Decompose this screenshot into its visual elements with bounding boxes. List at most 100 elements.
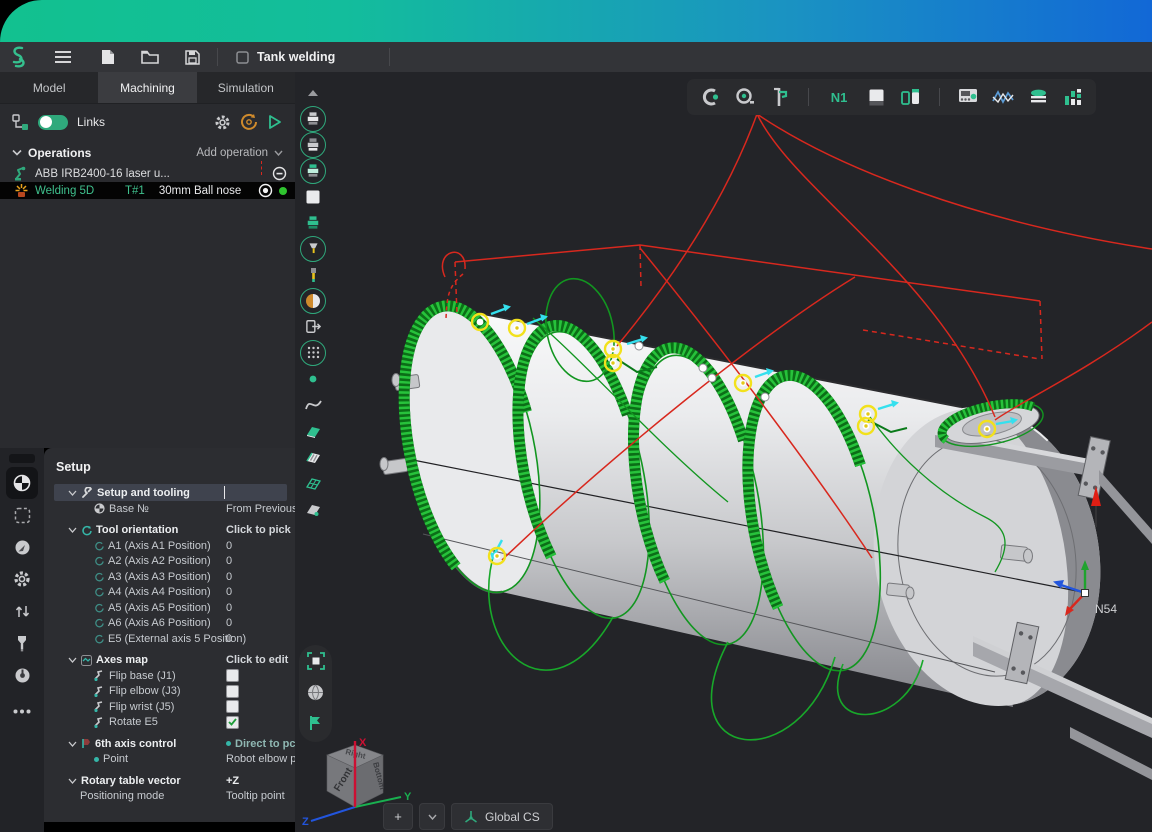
machining-process-button[interactable] bbox=[6, 659, 38, 691]
fixture-view-icon bbox=[306, 138, 320, 151]
flip-base-checkbox[interactable] bbox=[226, 669, 239, 682]
part-view-icon bbox=[306, 164, 320, 177]
flip-wrist-checkbox[interactable] bbox=[226, 700, 239, 713]
snap-magnet-button[interactable] bbox=[699, 86, 721, 108]
add-operation-button[interactable]: Add operation bbox=[196, 147, 268, 159]
fit-view-button[interactable] bbox=[307, 652, 325, 675]
setup-row-a5[interactable]: A5 (Axis A5 Position) 0 bbox=[54, 600, 287, 616]
settings-gear-icon[interactable] bbox=[214, 114, 231, 131]
setup-row-a1[interactable]: A1 (Axis A1 Position) 0 bbox=[54, 538, 287, 554]
document-tab[interactable]: Tank welding bbox=[222, 42, 349, 72]
show-wireframe-surface-button[interactable] bbox=[299, 470, 327, 495]
measure-tape-button[interactable] bbox=[734, 86, 756, 108]
show-surfaces-button[interactable] bbox=[299, 418, 327, 443]
more-tools-button[interactable] bbox=[6, 695, 38, 727]
axis-rotate-icon bbox=[94, 634, 104, 644]
flip-elbow-checkbox[interactable] bbox=[226, 685, 239, 698]
workpiece-selection-button[interactable] bbox=[6, 499, 38, 531]
tab-simulation[interactable]: Simulation bbox=[197, 72, 295, 103]
chevron-down-icon[interactable] bbox=[12, 149, 22, 156]
setup-row-setup-and-tooling[interactable]: Setup and tooling bbox=[54, 484, 287, 501]
approach-return-button[interactable] bbox=[6, 595, 38, 627]
tree-row-robot[interactable]: ABB IRB2400-16 laser u... bbox=[0, 165, 295, 182]
recalculate-icon[interactable] bbox=[240, 113, 258, 131]
isolate-view-button[interactable] bbox=[299, 314, 327, 339]
setup-row-a4[interactable]: A4 (Axis A4 Position) 0 bbox=[54, 585, 287, 601]
axis-y-label: Y bbox=[404, 791, 412, 803]
global-cs-button[interactable]: Global CS bbox=[451, 803, 553, 830]
add-cs-button[interactable]: + bbox=[383, 803, 413, 830]
feeds-speeds-button[interactable] bbox=[6, 531, 38, 563]
setup-row-rotary-vector[interactable]: Rotary table vector +Z bbox=[54, 773, 287, 789]
flip-joint-icon bbox=[94, 701, 105, 712]
add-operation-caret-icon[interactable] bbox=[274, 150, 283, 156]
tree-row-welding[interactable]: Welding 5D T#1 30mm Ball nose bbox=[0, 182, 295, 199]
show-striped-surface-button[interactable] bbox=[299, 444, 327, 469]
run-simulation-icon[interactable] bbox=[267, 114, 283, 130]
new-document-button[interactable] bbox=[92, 42, 124, 72]
show-shaded-surface-button[interactable] bbox=[299, 496, 327, 521]
option-bullet bbox=[226, 741, 231, 746]
setup-row-flip-elbow[interactable]: Flip elbow (J3) bbox=[54, 684, 287, 700]
setup-datum-button[interactable] bbox=[6, 467, 38, 499]
setup-row-flip-wrist[interactable]: Flip wrist (J5) bbox=[54, 699, 287, 715]
fixtures-pair-button[interactable] bbox=[900, 86, 922, 108]
links-graph-icon[interactable] bbox=[12, 114, 29, 131]
rotate-e5-checkbox[interactable] bbox=[226, 716, 239, 729]
show-axes-button[interactable] bbox=[299, 288, 327, 313]
layers-stack-button[interactable] bbox=[1027, 86, 1049, 108]
active-operation-icon[interactable] bbox=[258, 183, 273, 198]
caliper-button[interactable] bbox=[769, 86, 791, 108]
setup-row-a2[interactable]: A2 (Axis A2 Position) 0 bbox=[54, 554, 287, 570]
show-fixture-button[interactable] bbox=[299, 132, 327, 157]
setup-row-axes-map[interactable]: Axes map Click to edit bbox=[54, 653, 287, 669]
show-holder-button[interactable] bbox=[299, 262, 327, 287]
show-curves-button[interactable] bbox=[299, 392, 327, 417]
setup-row-base[interactable]: Base № From Previous bbox=[54, 501, 287, 517]
parameters-button[interactable] bbox=[6, 563, 38, 595]
setup-row-e5[interactable]: E5 (External axis 5 Position) 0 bbox=[54, 631, 287, 647]
setup-row-rotate-e5[interactable]: Rotate E5 bbox=[54, 715, 287, 731]
flag-icon bbox=[309, 715, 322, 731]
viewport-3d[interactable]: N54 bbox=[295, 72, 1152, 832]
tab-model[interactable]: Model bbox=[0, 72, 98, 103]
statistics-bars-button[interactable] bbox=[1062, 86, 1084, 108]
toolbar-separator bbox=[808, 88, 809, 106]
show-tool-button[interactable] bbox=[299, 236, 327, 261]
setup-row-a3[interactable]: A3 (Axis A3 Position) 0 bbox=[54, 569, 287, 585]
show-machine-button[interactable] bbox=[299, 106, 327, 131]
blank-sheet-button[interactable] bbox=[865, 86, 887, 108]
setup-row-point[interactable]: Point Robot elbow p bbox=[54, 752, 287, 768]
signal-trace-button[interactable] bbox=[992, 86, 1014, 108]
save-button[interactable] bbox=[176, 42, 209, 72]
viewport-3d-scene[interactable]: N54 bbox=[295, 72, 1152, 832]
gcode-n1-label: N1 bbox=[831, 90, 848, 105]
suppress-icon[interactable] bbox=[272, 166, 287, 181]
strip-handle[interactable] bbox=[9, 454, 35, 463]
links-toggle[interactable] bbox=[38, 115, 68, 130]
shading-mode-button[interactable] bbox=[307, 684, 324, 706]
setup-row-tool-orientation[interactable]: Tool orientation Click to pick bbox=[54, 523, 287, 539]
gcode-button[interactable]: N1 bbox=[826, 86, 852, 108]
show-mesh-button[interactable] bbox=[299, 340, 327, 365]
machining-panel: Model Machining Simulation Links bbox=[0, 72, 296, 448]
show-part-button[interactable] bbox=[299, 158, 327, 183]
setup-row-a6[interactable]: A6 (Axis A6 Position) 0 bbox=[54, 616, 287, 632]
axis-rotate-icon bbox=[94, 541, 104, 551]
flag-marker-button[interactable] bbox=[309, 715, 322, 736]
show-workpiece-button[interactable] bbox=[299, 184, 327, 209]
show-result-button[interactable] bbox=[299, 210, 327, 235]
setup-row-6th-axis[interactable]: 6th axis control Direct to pc bbox=[54, 736, 287, 752]
knob-dial-icon bbox=[14, 667, 31, 684]
tool-button[interactable] bbox=[6, 627, 38, 659]
cs-dropdown-button[interactable] bbox=[419, 803, 445, 830]
main-menu-button[interactable] bbox=[46, 42, 80, 72]
app-logo-icon[interactable] bbox=[0, 42, 38, 72]
tab-machining[interactable]: Machining bbox=[98, 72, 196, 103]
show-points-button[interactable] bbox=[299, 366, 327, 391]
setup-row-positioning-mode[interactable]: Positioning mode Tooltip point bbox=[54, 789, 287, 805]
open-project-button[interactable] bbox=[132, 42, 168, 72]
control-panel-button[interactable] bbox=[957, 86, 979, 108]
setup-row-flip-base[interactable]: Flip base (J1) bbox=[54, 668, 287, 684]
scroll-up-button[interactable] bbox=[299, 80, 327, 105]
